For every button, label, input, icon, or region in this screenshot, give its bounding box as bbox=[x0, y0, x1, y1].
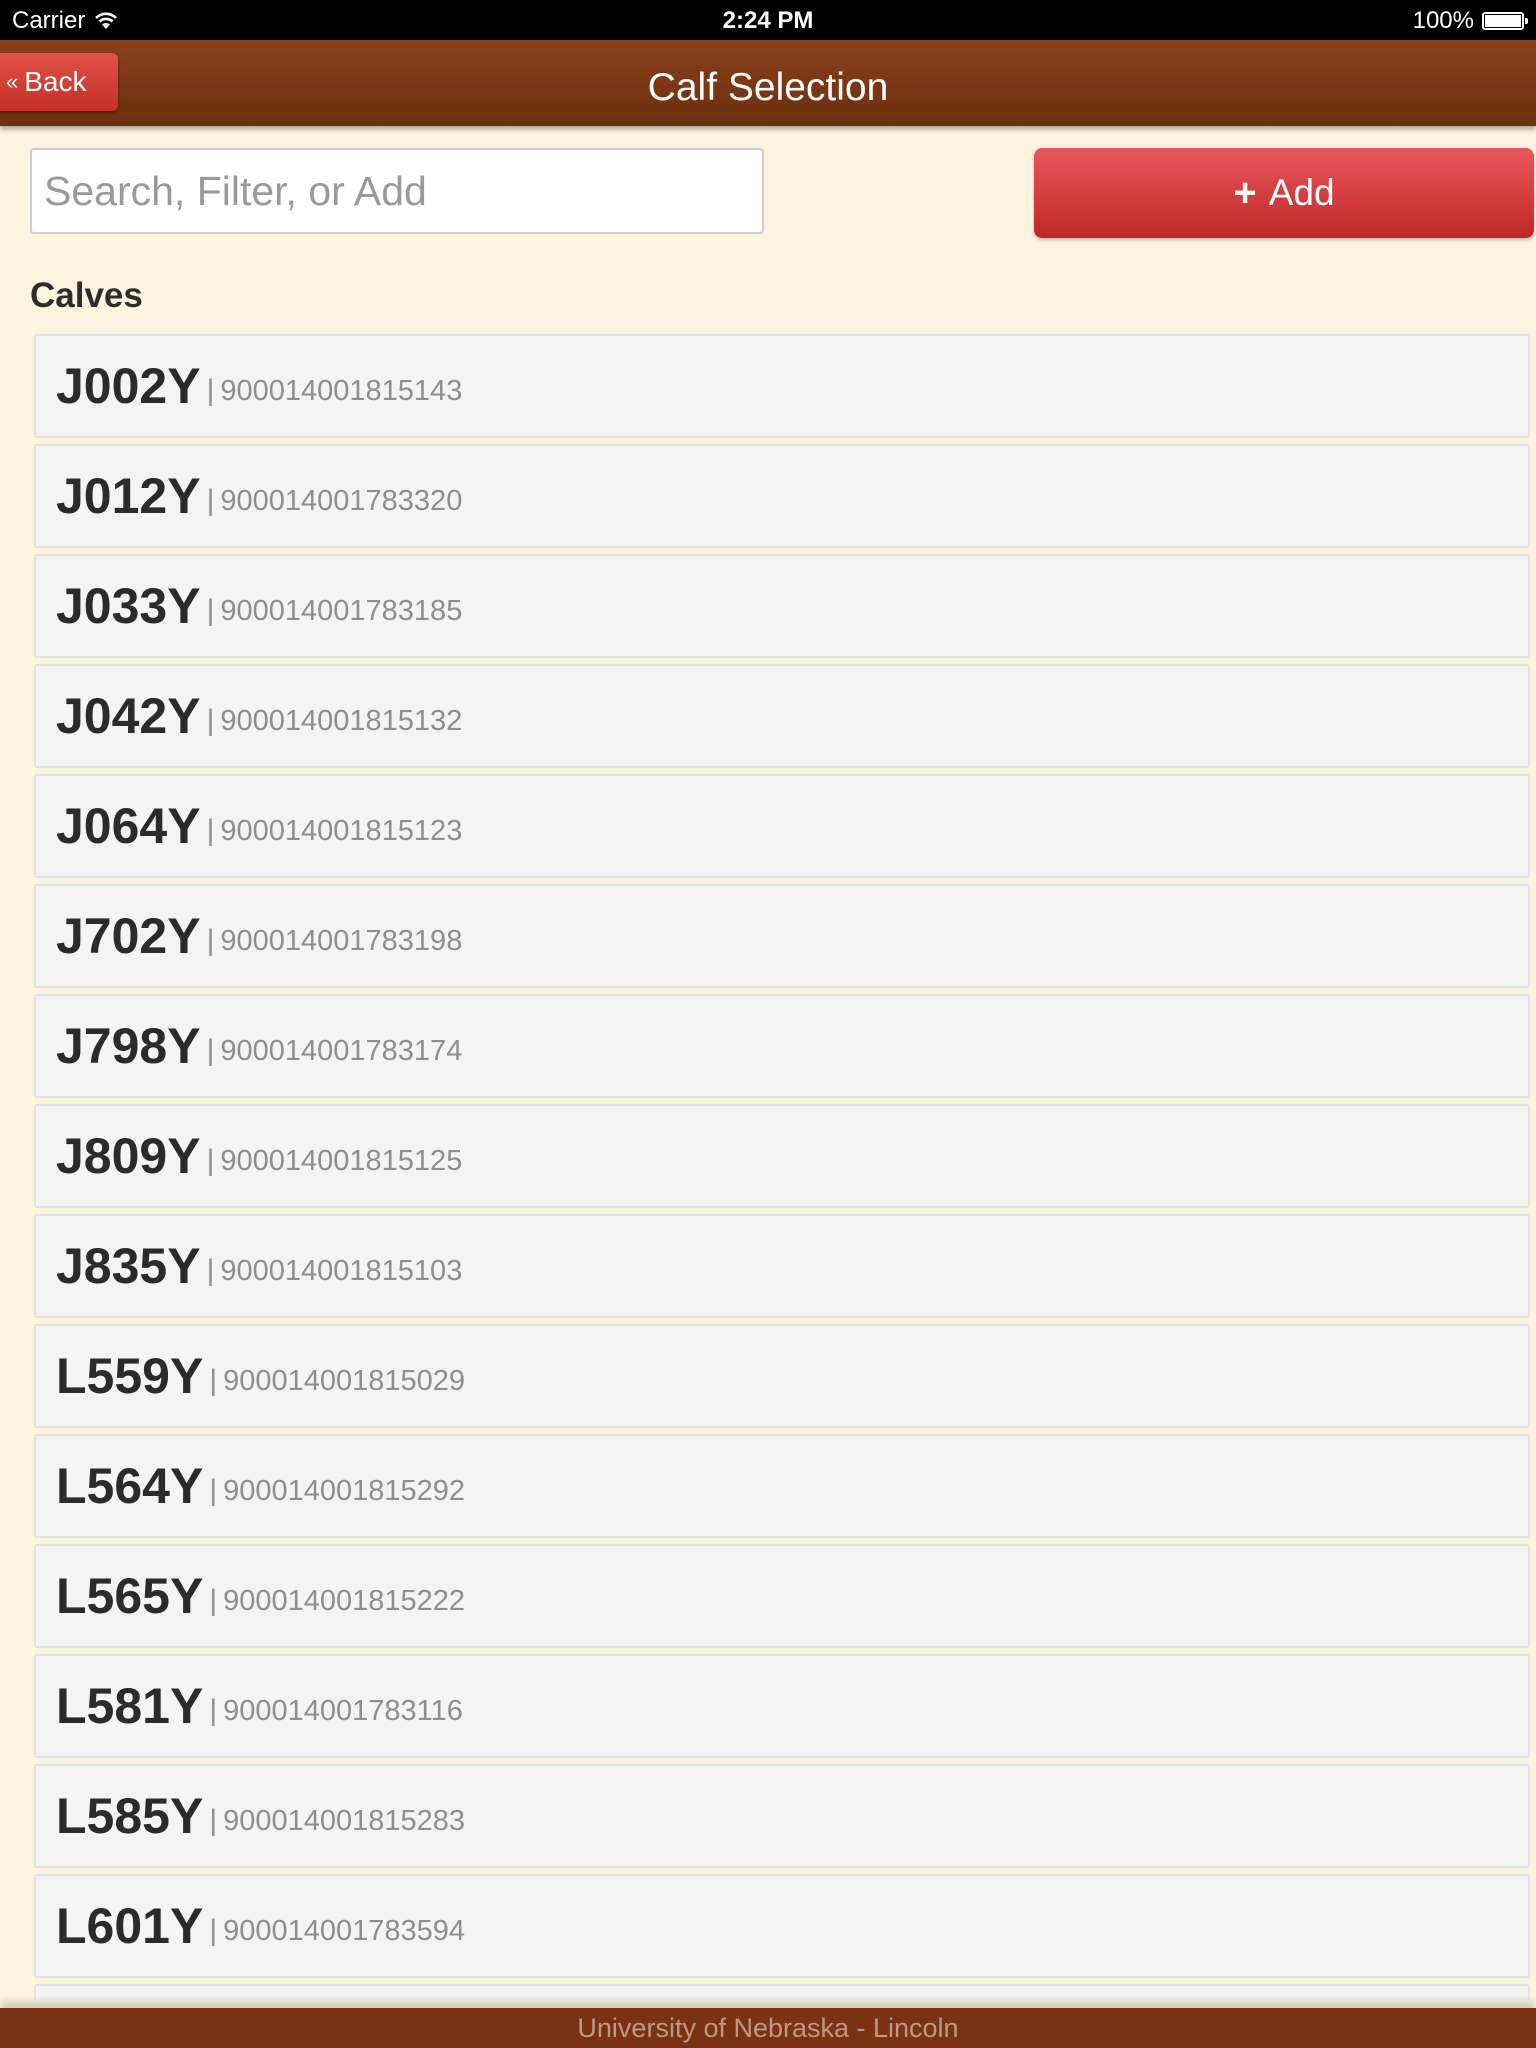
battery-icon bbox=[1482, 12, 1528, 30]
calf-tag: J064Y bbox=[56, 798, 201, 854]
calf-separator: | bbox=[209, 1694, 218, 1727]
calf-tag: L559Y bbox=[56, 1348, 204, 1404]
list-item[interactable]: L581Y | 900014001783116 bbox=[34, 1654, 1530, 1758]
list-item[interactable]: J033Y | 900014001783185 bbox=[34, 554, 1530, 658]
calf-eid: 900014001783594 bbox=[223, 1914, 466, 1947]
calf-tag: J798Y bbox=[56, 1018, 201, 1074]
calf-separator: | bbox=[206, 1254, 215, 1287]
calf-separator: | bbox=[206, 1144, 215, 1177]
calf-eid: 900014001783320 bbox=[220, 484, 463, 517]
list-item[interactable]: J064Y | 900014001815123 bbox=[34, 774, 1530, 878]
list-item[interactable]: J798Y | 900014001783174 bbox=[34, 994, 1530, 1098]
calf-eid: 900014001815029 bbox=[223, 1364, 466, 1397]
battery-percent: 100% bbox=[1412, 7, 1474, 34]
calf-separator: | bbox=[206, 594, 215, 627]
calf-tag: L565Y bbox=[56, 1568, 204, 1624]
calf-separator: | bbox=[206, 924, 215, 957]
battery-group: 100% bbox=[1412, 7, 1528, 35]
calf-eid: 900014001815292 bbox=[223, 1474, 466, 1507]
calf-eid: 900014001815125 bbox=[220, 1144, 463, 1177]
calf-tag: L581Y bbox=[56, 1678, 204, 1734]
calf-eid: 900014001783198 bbox=[220, 924, 463, 957]
list-item[interactable]: J002Y | 900014001815143 bbox=[34, 334, 1530, 438]
calf-separator: | bbox=[206, 704, 215, 737]
list-item[interactable]: L559Y | 900014001815029 bbox=[34, 1324, 1530, 1428]
calf-separator: | bbox=[206, 374, 215, 407]
list-item[interactable]: J809Y | 900014001815125 bbox=[34, 1104, 1530, 1208]
calf-eid: 900014001815143 bbox=[220, 374, 463, 407]
list-item[interactable]: J012Y | 900014001783320 bbox=[34, 444, 1530, 548]
calf-eid: 900014001815123 bbox=[220, 814, 463, 847]
calf-tag: J033Y bbox=[56, 578, 201, 634]
status-bar: Carrier 2:24 PM 100% bbox=[0, 0, 1536, 40]
calf-tag: J012Y bbox=[56, 468, 201, 524]
add-button-label: Add bbox=[1268, 172, 1335, 213]
calf-separator: | bbox=[209, 1364, 218, 1397]
calf-tag: J835Y bbox=[56, 1238, 201, 1294]
calf-tag: J702Y bbox=[56, 908, 201, 964]
calf-tag: L601Y bbox=[56, 1898, 204, 1954]
calf-tag: L564Y bbox=[56, 1458, 204, 1514]
calf-eid: 900014001783174 bbox=[220, 1034, 463, 1067]
search-input[interactable] bbox=[30, 148, 764, 234]
calf-separator: | bbox=[209, 1804, 218, 1837]
list-item[interactable]: L585Y | 900014001815283 bbox=[34, 1764, 1530, 1868]
calf-separator: | bbox=[206, 484, 215, 517]
list-item[interactable]: J835Y | 900014001815103 bbox=[34, 1214, 1530, 1318]
calf-tag: J002Y bbox=[56, 358, 201, 414]
calf-eid: 900014001815103 bbox=[220, 1254, 463, 1287]
calf-separator: | bbox=[209, 1474, 218, 1507]
calf-separator: | bbox=[209, 1584, 218, 1617]
calf-tag: J042Y bbox=[56, 688, 201, 744]
calf-eid: 900014001815283 bbox=[223, 1804, 466, 1837]
calf-tag: J809Y bbox=[56, 1128, 201, 1184]
list-item[interactable]: L601Y | 900014001783594 bbox=[34, 1874, 1530, 1978]
section-title: Calves bbox=[30, 276, 143, 315]
clock: 2:24 PM bbox=[722, 7, 814, 34]
calf-separator: | bbox=[209, 1914, 218, 1947]
calf-tag: L585Y bbox=[56, 1788, 204, 1844]
plus-icon: + bbox=[1233, 170, 1257, 215]
list-item[interactable] bbox=[34, 1984, 1530, 2000]
calf-eid: 900014001815132 bbox=[220, 704, 463, 737]
calf-separator: | bbox=[206, 1034, 215, 1067]
calf-eid: 900014001815222 bbox=[223, 1584, 466, 1617]
page-title: Calf Selection bbox=[647, 66, 889, 109]
calf-separator: | bbox=[206, 814, 215, 847]
calf-list: J002Y | 900014001815143 J012Y | 90001400… bbox=[34, 334, 1530, 2000]
list-item[interactable]: L564Y | 900014001815292 bbox=[34, 1434, 1530, 1538]
calf-eid: 900014001783185 bbox=[220, 594, 463, 627]
calf-eid: 900014001783116 bbox=[223, 1694, 463, 1727]
add-button[interactable]: + Add bbox=[1034, 148, 1534, 238]
nav-header: « Back Calf Selection bbox=[0, 40, 1536, 126]
list-item[interactable]: J702Y | 900014001783198 bbox=[34, 884, 1530, 988]
list-item[interactable]: J042Y | 900014001815132 bbox=[34, 664, 1530, 768]
list-item[interactable]: L565Y | 900014001815222 bbox=[34, 1544, 1530, 1648]
footer: University of Nebraska - Lincoln bbox=[0, 2008, 1536, 2048]
